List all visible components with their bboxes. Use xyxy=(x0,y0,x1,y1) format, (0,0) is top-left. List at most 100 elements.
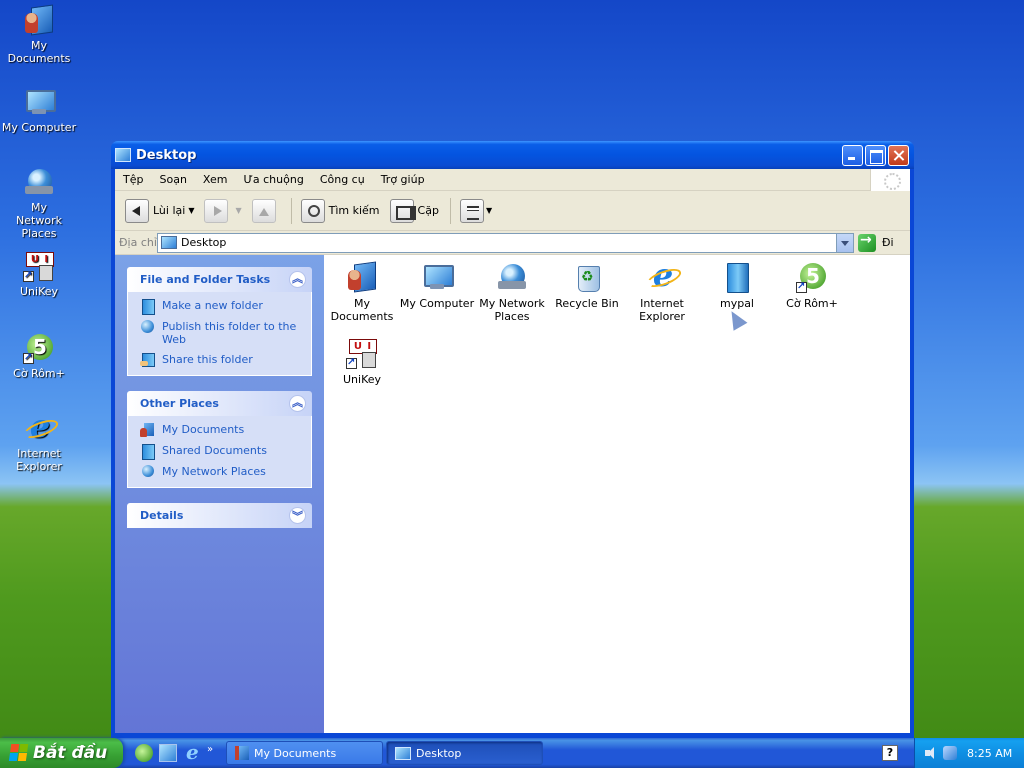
help-icon[interactable]: ? xyxy=(882,745,898,761)
address-bar: Địa chỉ Desktop Đi xyxy=(115,231,910,255)
menu-view[interactable]: Xem xyxy=(195,169,236,191)
back-arrow-icon xyxy=(125,198,149,223)
clock[interactable]: 8:25 AM xyxy=(967,747,1012,760)
co-rom-icon[interactable] xyxy=(135,744,153,762)
place-my-documents[interactable]: My Documents xyxy=(140,423,301,437)
folders-button[interactable]: Cặp xyxy=(386,196,443,226)
unikey-icon xyxy=(23,250,55,282)
panel-body: My Documents Shared Documents My Network… xyxy=(127,416,312,488)
desktop-icon-label: My Documents xyxy=(7,39,71,65)
menu-help[interactable]: Trợ giúp xyxy=(373,169,433,191)
menu-tools[interactable]: Công cụ xyxy=(312,169,373,191)
file-item-mypal[interactable]: mypal xyxy=(699,261,775,310)
task-make-new-folder[interactable]: Make a new folder xyxy=(140,299,301,315)
task-share-folder[interactable]: Share this folder xyxy=(140,353,301,367)
up-button[interactable] xyxy=(248,196,284,226)
network-places-icon xyxy=(140,465,156,479)
file-label: Cờ Rôm+ xyxy=(786,297,838,310)
panel-title: Other Places xyxy=(140,397,219,410)
start-label: Bắt đầu xyxy=(33,743,108,763)
explorer-content: File and Folder Tasks Make a new folder … xyxy=(115,255,910,733)
desktop-icon-network-places[interactable]: My Network Places xyxy=(0,166,78,240)
go-button[interactable]: Đi xyxy=(858,232,906,252)
task-label: Publish this folder to the Web xyxy=(162,320,297,346)
panel-title: File and Folder Tasks xyxy=(140,273,271,286)
desktop-icon-label: UniKey xyxy=(19,285,59,298)
panel-header[interactable]: Other Places xyxy=(127,391,312,416)
file-item-network-places[interactable]: My Network Places xyxy=(474,261,550,323)
co-rom-icon xyxy=(23,332,55,364)
start-button[interactable]: Bắt đầu xyxy=(0,738,123,768)
volume-icon[interactable] xyxy=(925,747,937,759)
desktop-icon-label: Internet Explorer xyxy=(16,447,62,473)
file-item-my-documents[interactable]: My Documents xyxy=(324,261,400,323)
chevron-down-icon: ▼ xyxy=(485,206,493,215)
address-value: Desktop xyxy=(181,236,227,249)
shortcut-arrow-icon xyxy=(346,356,357,369)
place-network-places[interactable]: My Network Places xyxy=(140,465,301,479)
file-item-internet-explorer[interactable]: Internet Explorer xyxy=(624,261,700,323)
my-computer-icon xyxy=(23,86,56,118)
close-button[interactable] xyxy=(888,144,909,166)
place-label: My Documents xyxy=(162,423,245,436)
new-folder-icon xyxy=(140,299,156,315)
explorer-window: Desktop Tệp Soạn Xem Ưa chuộng Công cụ T… xyxy=(111,141,914,738)
file-item-my-computer[interactable]: My Computer xyxy=(399,261,475,310)
file-label: Recycle Bin xyxy=(555,297,619,310)
chevron-up-icon[interactable] xyxy=(289,394,306,412)
address-input[interactable]: Desktop xyxy=(157,232,854,253)
menu-edit[interactable]: Soạn xyxy=(151,169,194,191)
chevron-down-icon[interactable] xyxy=(836,233,853,252)
taskbar: Bắt đầu » My Documents Desktop ? 8:25 AM xyxy=(0,738,1024,768)
place-label: My Network Places xyxy=(162,465,266,478)
taskbar-button-my-documents[interactable]: My Documents xyxy=(226,741,383,765)
show-desktop-icon[interactable] xyxy=(159,744,177,762)
desktop-icon-my-documents[interactable]: My Documents xyxy=(0,4,78,65)
desktop-icon-my-computer[interactable]: My Computer xyxy=(0,86,78,134)
panel-header[interactable]: File and Folder Tasks xyxy=(127,267,312,292)
my-computer-icon xyxy=(115,148,131,162)
publish-web-icon xyxy=(140,320,156,334)
window-titlebar[interactable]: Desktop xyxy=(111,141,914,169)
desktop-icon-internet-explorer[interactable]: Internet Explorer xyxy=(0,412,78,473)
toolbar-divider xyxy=(449,197,451,224)
network-tray-icon[interactable] xyxy=(943,746,957,760)
views-button[interactable]: ▼ xyxy=(456,196,496,226)
back-button[interactable]: Lùi lại ▼ xyxy=(121,196,198,226)
desktop-icon-co-rom[interactable]: Cờ Rôm+ xyxy=(0,332,78,380)
search-button[interactable]: Tìm kiếm xyxy=(297,196,384,226)
file-item-recycle-bin[interactable]: Recycle Bin xyxy=(549,261,625,310)
file-item-co-rom[interactable]: Cờ Rôm+ xyxy=(774,261,850,310)
co-rom-icon xyxy=(796,261,828,293)
panel-header[interactable]: Details xyxy=(127,503,312,528)
folders-label: Cặp xyxy=(417,204,439,217)
taskbar-button-desktop[interactable]: Desktop xyxy=(386,741,543,765)
chevron-right-icon[interactable]: » xyxy=(207,744,213,755)
task-publish-web[interactable]: Publish this folder to the Web xyxy=(140,320,301,346)
forward-button[interactable]: ▼ xyxy=(200,196,245,226)
search-icon xyxy=(300,198,325,223)
desktop-icon-label: My Network Places xyxy=(16,201,62,240)
menu-file[interactable]: Tệp xyxy=(115,169,151,191)
share-folder-icon xyxy=(140,353,156,367)
window-title: Desktop xyxy=(136,147,197,163)
my-computer-icon xyxy=(421,261,454,293)
desktop-icon-label: My Computer xyxy=(1,121,77,134)
place-label: Shared Documents xyxy=(162,444,267,457)
forward-arrow-icon xyxy=(204,198,229,223)
network-places-icon xyxy=(496,261,528,293)
menu-favorites[interactable]: Ưa chuộng xyxy=(235,169,311,191)
chevron-down-icon[interactable] xyxy=(289,507,306,524)
shared-documents-icon xyxy=(140,444,156,460)
internet-explorer-icon xyxy=(646,261,678,293)
desktop-icon-label: Cờ Rôm+ xyxy=(13,367,65,380)
chevron-up-icon[interactable] xyxy=(289,270,306,288)
file-label: Internet Explorer xyxy=(639,297,685,323)
file-item-unikey[interactable]: UniKey xyxy=(324,337,400,386)
internet-explorer-icon[interactable] xyxy=(183,740,201,764)
place-shared-documents[interactable]: Shared Documents xyxy=(140,444,301,460)
maximize-button[interactable] xyxy=(865,144,886,166)
chevron-down-icon[interactable]: ▼ xyxy=(188,206,194,215)
minimize-button[interactable] xyxy=(842,144,863,166)
desktop-icon-unikey[interactable]: UniKey xyxy=(0,250,78,298)
